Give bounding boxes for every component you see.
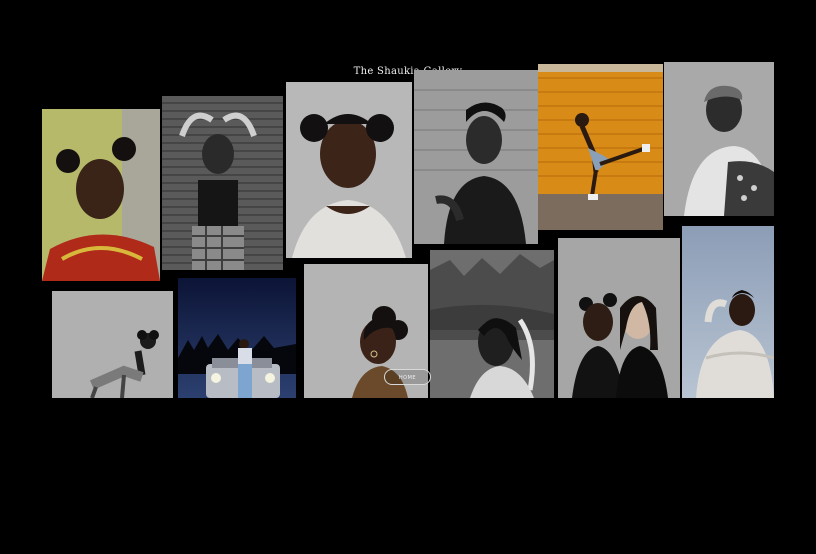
gallery-photo[interactable] bbox=[558, 238, 680, 398]
gallery-photo[interactable] bbox=[42, 109, 160, 281]
gallery-photo[interactable] bbox=[286, 82, 412, 258]
gallery-photo[interactable] bbox=[178, 278, 296, 398]
home-button[interactable]: HOME bbox=[384, 369, 431, 385]
gallery-grid bbox=[42, 62, 774, 398]
gallery-photo[interactable] bbox=[162, 96, 283, 270]
gallery-photo[interactable] bbox=[430, 250, 554, 398]
gallery-photo[interactable] bbox=[52, 291, 173, 398]
gallery-photo[interactable] bbox=[538, 64, 663, 230]
gallery-photo[interactable] bbox=[414, 70, 538, 244]
gallery-photo[interactable] bbox=[682, 226, 774, 398]
gallery-photo[interactable] bbox=[664, 62, 774, 216]
